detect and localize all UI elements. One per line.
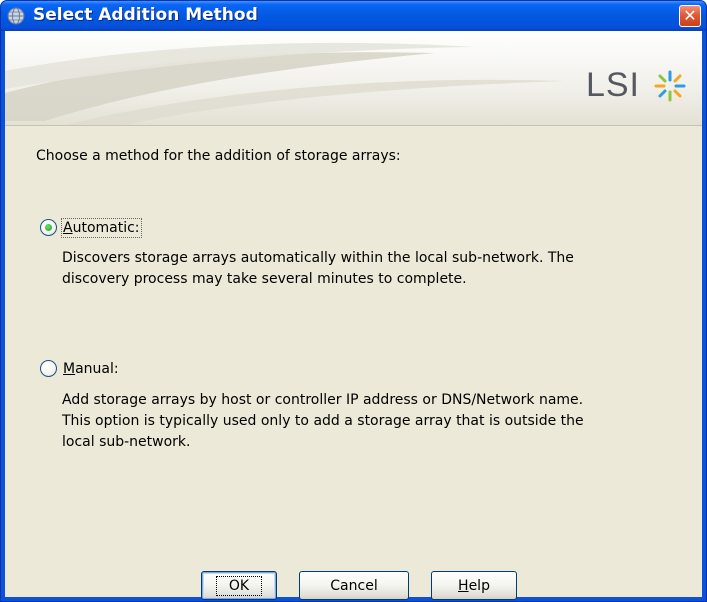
manual-description: Add storage arrays by host or controller… — [62, 392, 584, 450]
window-title: Select Addition Method — [33, 5, 258, 25]
automatic-radio[interactable] — [40, 219, 57, 236]
close-button[interactable]: ✕ — [679, 5, 701, 27]
help-button-label: Help — [458, 577, 490, 594]
globe-icon — [7, 7, 25, 25]
manual-option[interactable]: Manual: — [40, 360, 119, 377]
manual-label[interactable]: Manual: — [63, 361, 119, 377]
ok-button[interactable]: OK — [201, 571, 277, 600]
manual-radio[interactable] — [40, 360, 57, 377]
title-bar[interactable]: Select Addition Method ✕ — [1, 1, 706, 31]
dialog-content: Choose a method for the addition of stor… — [5, 126, 702, 600]
logo-text: LSI — [585, 66, 640, 104]
automatic-label[interactable]: Automatic: — [61, 217, 142, 238]
dialog-window: Select Addition Method ✕ LSI Choose a me… — [0, 0, 707, 602]
cancel-button[interactable]: Cancel — [299, 571, 409, 600]
lsi-star-icon — [654, 70, 686, 102]
cancel-button-label: Cancel — [330, 577, 378, 594]
automatic-description: Discovers storage arrays automatically w… — [62, 250, 574, 287]
help-button[interactable]: Help — [431, 571, 517, 600]
header-banner: LSI — [5, 31, 702, 126]
dialog-client-area: LSI Choose a method for the addition of … — [5, 31, 702, 600]
automatic-option[interactable]: Automatic: — [40, 217, 142, 238]
ok-button-label: OK — [215, 575, 263, 596]
prompt-text: Choose a method for the addition of stor… — [36, 148, 401, 164]
